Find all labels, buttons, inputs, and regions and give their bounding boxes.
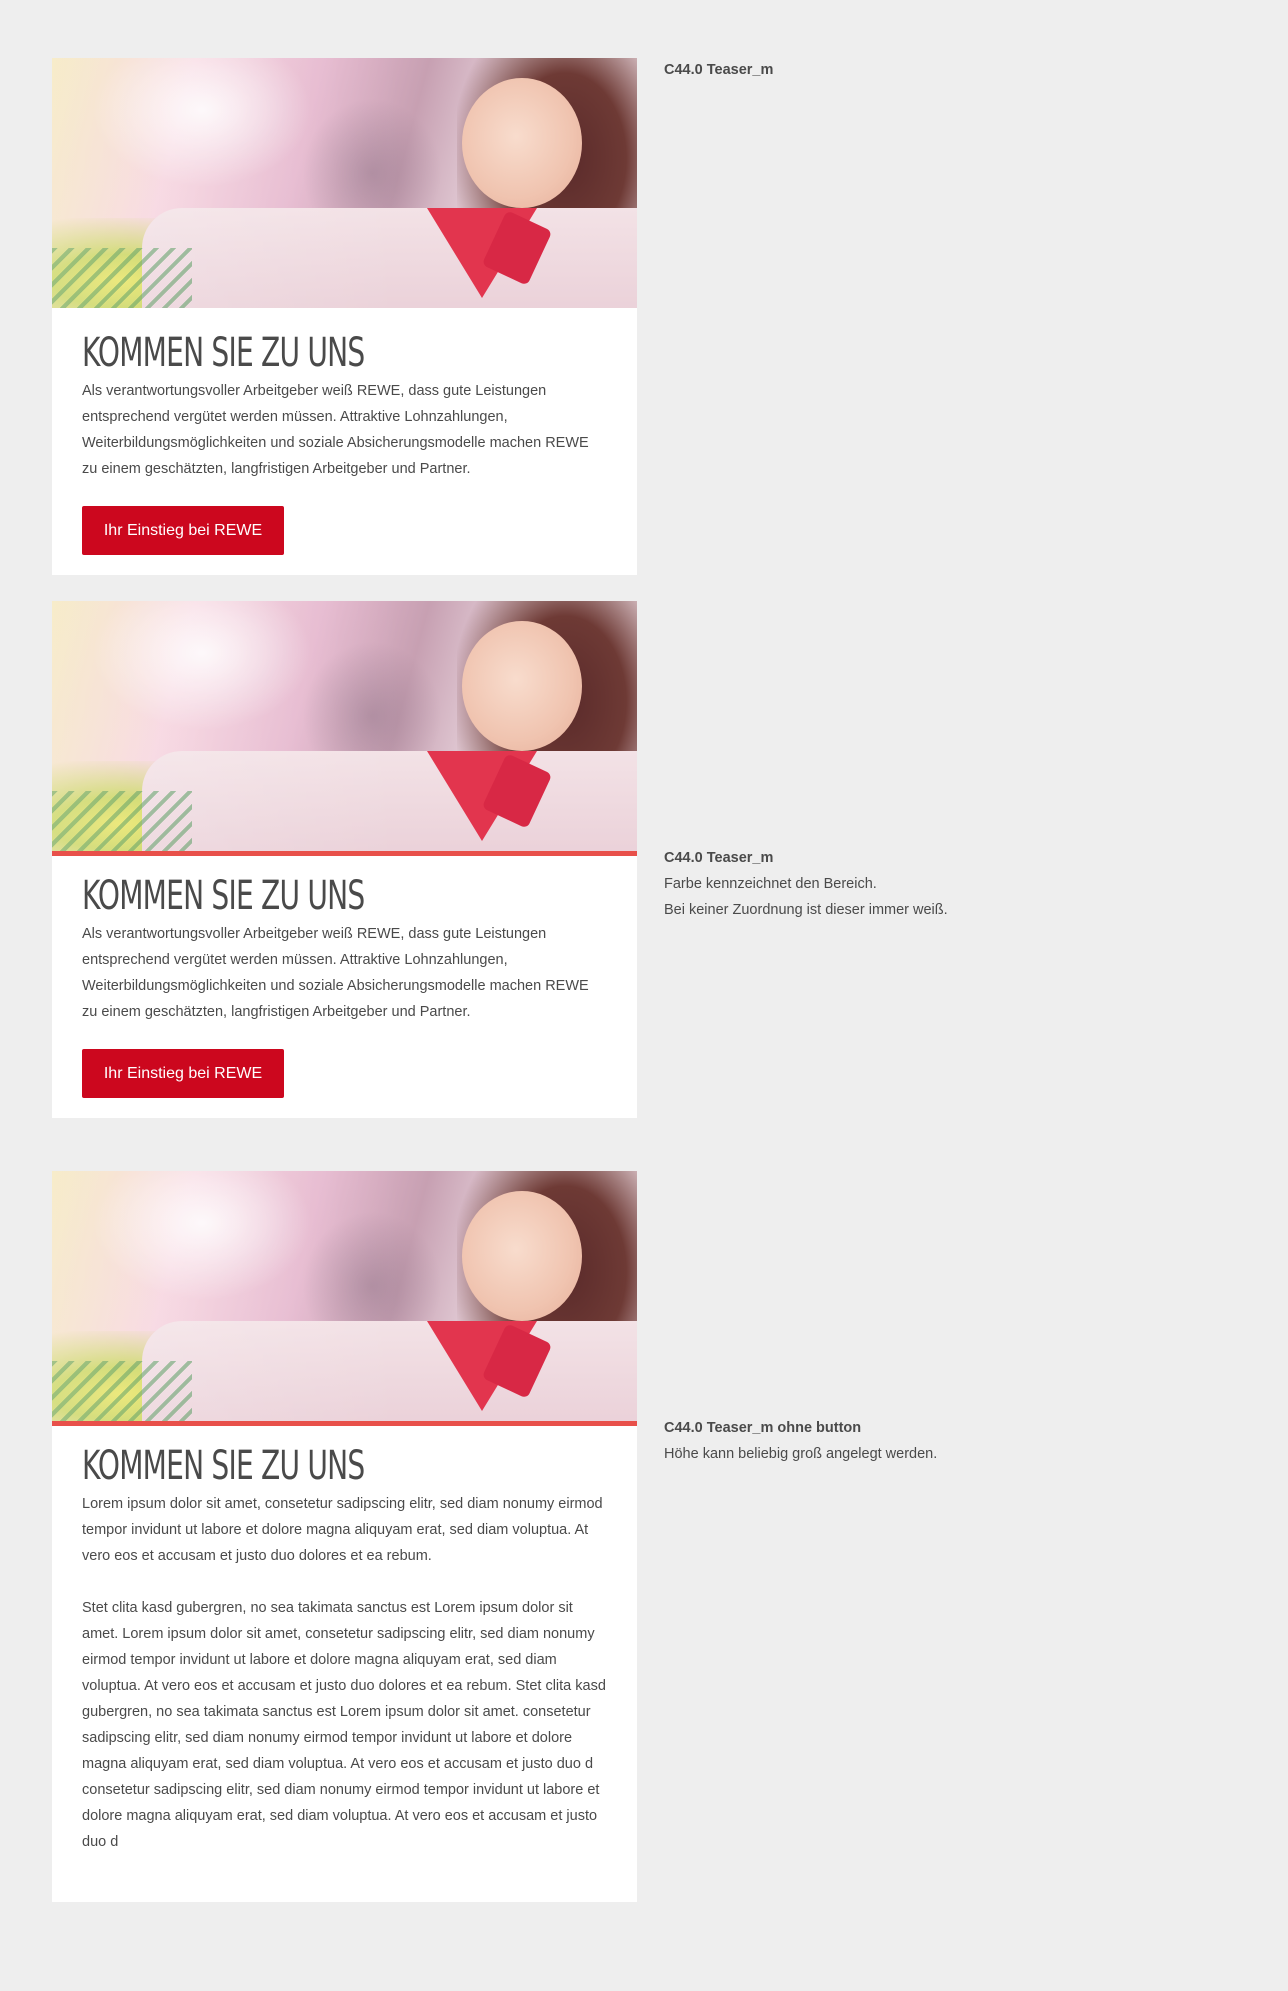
teaser-body: KOMMEN SIE ZU UNS Als verantwortungsvoll… [52, 308, 637, 575]
teaser-title: KOMMEN SIE ZU UNS [82, 1443, 365, 1489]
teaser-card: KOMMEN SIE ZU UNS Als verantwortungsvoll… [52, 58, 637, 575]
cta-button[interactable]: Ihr Einstieg bei REWE [82, 506, 284, 555]
teaser-body: KOMMEN SIE ZU UNS Lorem ipsum dolor sit … [52, 1426, 637, 1875]
teaser-body: KOMMEN SIE ZU UNS Als verantwortungsvoll… [52, 856, 637, 1118]
note-title: C44.0 Teaser_m [664, 850, 774, 866]
teaser-photo-icon [52, 58, 637, 308]
teaser-text: Stet clita kasd gubergren, no sea takima… [82, 1600, 606, 1850]
note-line: Bei keiner Zuordnung ist dieser immer we… [664, 902, 948, 918]
teaser-text: Lorem ipsum dolor sit amet, consetetur s… [82, 1496, 603, 1564]
teaser-text: Als verantwortungsvoller Arbeitgeber wei… [82, 383, 589, 477]
teaser-photo-icon [52, 601, 637, 851]
annotation-note: C44.0 Teaser_m [664, 57, 1224, 83]
cta-button[interactable]: Ihr Einstieg bei REWE [82, 1049, 284, 1098]
teaser-title: KOMMEN SIE ZU UNS [82, 330, 365, 376]
note-line: Höhe kann beliebig groß angelegt werden. [664, 1446, 938, 1462]
annotation-note: C44.0 Teaser_m ohne button Höhe kann bel… [664, 1415, 1224, 1467]
note-line: Farbe kennzeichnet den Bereich. [664, 876, 877, 892]
teaser-card: KOMMEN SIE ZU UNS Als verantwortungsvoll… [52, 601, 637, 1118]
teaser-text: Als verantwortungsvoller Arbeitgeber wei… [82, 926, 589, 1020]
teaser-card: KOMMEN SIE ZU UNS Lorem ipsum dolor sit … [52, 1171, 637, 1902]
teaser-photo-icon [52, 1171, 637, 1421]
note-title: C44.0 Teaser_m [664, 62, 774, 78]
note-title: C44.0 Teaser_m ohne button [664, 1420, 862, 1436]
teaser-title: KOMMEN SIE ZU UNS [82, 873, 365, 919]
annotation-note: C44.0 Teaser_m Farbe kennzeichnet den Be… [664, 845, 1224, 923]
